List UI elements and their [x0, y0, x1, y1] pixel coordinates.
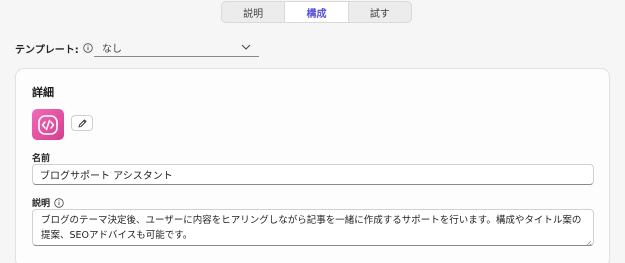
info-icon[interactable]	[83, 43, 93, 53]
name-label: 名前	[32, 151, 50, 164]
name-label-text: 名前	[32, 154, 51, 164]
tab-bar: 説明 構成 試す	[221, 1, 412, 23]
template-select[interactable]: なし	[94, 38, 259, 57]
resize-grip-icon[interactable]	[585, 237, 592, 245]
name-input-value: ブログサポート アシスタント	[40, 171, 173, 182]
description-value: ブログのテーマ決定後、ユーザーに内容をヒアリングしながら記事を一緒に作成するサポ…	[41, 215, 582, 241]
name-input[interactable]: ブログサポート アシスタント	[32, 164, 594, 185]
tab-configure[interactable]: 構成	[284, 2, 349, 22]
template-select-value: なし	[102, 43, 122, 55]
template-label: テンプレート:	[15, 44, 79, 56]
pencil-icon	[77, 114, 88, 133]
info-icon[interactable]	[54, 197, 64, 208]
edit-icon-button[interactable]	[71, 115, 93, 131]
code-brackets-icon	[32, 109, 64, 140]
template-row: テンプレート:	[15, 38, 93, 58]
description-label: 説明	[32, 196, 64, 209]
description-label-text: 説明	[32, 199, 51, 209]
chevron-down-icon	[241, 42, 251, 53]
details-card: 詳細 名前 ブログサポート アシスタント 説明 ブログのテーマ決定後、ユーザーに…	[15, 68, 610, 263]
details-title: 詳細	[32, 86, 54, 99]
description-textarea[interactable]: ブログのテーマ決定後、ユーザーに内容をヒアリングしながら記事を一緒に作成するサポ…	[32, 209, 594, 246]
tab-try[interactable]: 試す	[349, 2, 411, 22]
tab-description[interactable]: 説明	[222, 2, 284, 22]
